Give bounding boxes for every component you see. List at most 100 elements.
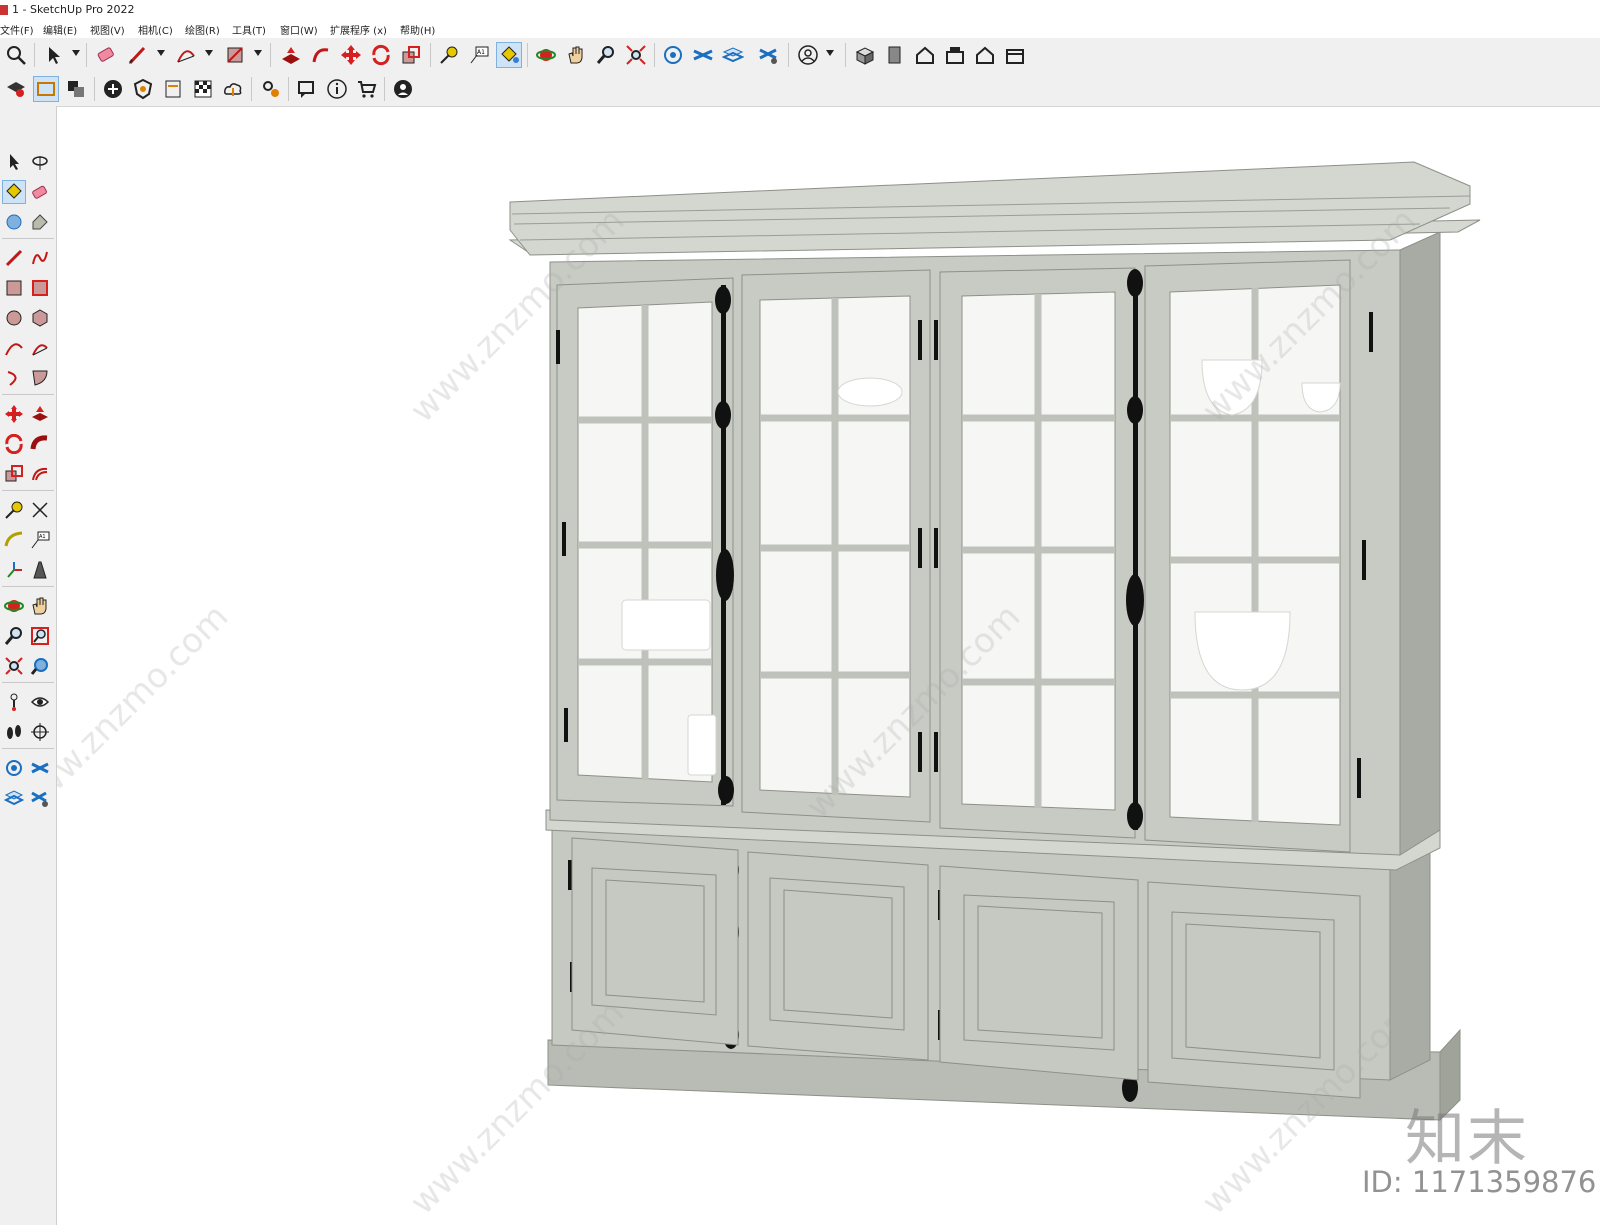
menu-camera[interactable]: 相机(C) bbox=[138, 22, 173, 37]
tape-measure-icon[interactable] bbox=[436, 42, 462, 68]
pencil-icon[interactable] bbox=[2, 246, 26, 270]
shield-icon[interactable] bbox=[130, 76, 156, 102]
menu-help[interactable]: 帮助(H) bbox=[400, 22, 435, 37]
text-icon[interactable]: A1 bbox=[28, 528, 52, 552]
chevron-down-icon[interactable] bbox=[205, 50, 213, 56]
info-icon[interactable] bbox=[324, 76, 350, 102]
three-point-arc-icon[interactable] bbox=[2, 366, 26, 390]
pencil-icon[interactable] bbox=[124, 42, 150, 68]
previous-view-icon[interactable] bbox=[28, 654, 52, 678]
chevron-down-icon[interactable] bbox=[254, 50, 262, 56]
scenes-icon[interactable] bbox=[33, 76, 59, 102]
menu-draw[interactable]: 绘图(R) bbox=[185, 22, 220, 37]
move-icon[interactable] bbox=[2, 402, 26, 426]
top-view-icon[interactable] bbox=[882, 42, 908, 68]
arc-icon[interactable] bbox=[173, 42, 199, 68]
position-camera-icon[interactable] bbox=[2, 690, 26, 714]
select-arrow-icon[interactable] bbox=[2, 150, 26, 174]
pan-icon[interactable] bbox=[28, 594, 52, 618]
3d-text-icon[interactable] bbox=[28, 558, 52, 582]
axes-icon[interactable] bbox=[2, 558, 26, 582]
scale-icon[interactable] bbox=[2, 462, 26, 486]
menu-view[interactable]: 视图(V) bbox=[90, 22, 125, 37]
orbit-icon[interactable] bbox=[533, 42, 559, 68]
rotate-icon[interactable] bbox=[2, 432, 26, 456]
move-icon[interactable] bbox=[338, 42, 364, 68]
push-pull-icon[interactable] bbox=[28, 402, 52, 426]
rotate-icon[interactable] bbox=[368, 42, 394, 68]
report-icon[interactable] bbox=[160, 76, 186, 102]
tape-measure-icon[interactable] bbox=[2, 498, 26, 522]
sandbox-settings-icon[interactable] bbox=[28, 786, 52, 810]
right-view-icon[interactable] bbox=[942, 42, 968, 68]
sandbox-icon[interactable] bbox=[690, 42, 716, 68]
rotated-rectangle-icon[interactable] bbox=[28, 276, 52, 300]
profile-icon[interactable] bbox=[390, 76, 416, 102]
pie-icon[interactable] bbox=[28, 366, 52, 390]
protractor-icon[interactable] bbox=[2, 528, 26, 552]
message-icon[interactable] bbox=[294, 76, 320, 102]
extension-settings-icon[interactable] bbox=[258, 76, 284, 102]
cloud-upload-icon[interactable] bbox=[220, 76, 246, 102]
menu-window[interactable]: 窗口(W) bbox=[280, 22, 318, 37]
menu-file[interactable]: 文件(F) bbox=[0, 22, 34, 37]
cart-icon[interactable] bbox=[354, 76, 380, 102]
front-view-icon[interactable] bbox=[912, 42, 938, 68]
components-icon[interactable] bbox=[2, 756, 26, 780]
zoom-extents-icon[interactable] bbox=[623, 42, 649, 68]
search-icon[interactable] bbox=[3, 42, 29, 68]
lasso-icon[interactable] bbox=[28, 150, 52, 174]
offset-icon[interactable] bbox=[28, 462, 52, 486]
sandbox-icon[interactable] bbox=[28, 756, 52, 780]
look-around-icon[interactable] bbox=[28, 690, 52, 714]
text-icon[interactable]: A1 bbox=[466, 42, 492, 68]
scale-icon[interactable] bbox=[398, 42, 424, 68]
eraser-icon[interactable] bbox=[93, 42, 119, 68]
zoom-icon[interactable] bbox=[593, 42, 619, 68]
add-icon[interactable] bbox=[100, 76, 126, 102]
arc-icon[interactable] bbox=[2, 336, 26, 360]
polygon-icon[interactable] bbox=[28, 306, 52, 330]
menu-tools[interactable]: 工具(T) bbox=[232, 22, 266, 37]
layers-icon[interactable] bbox=[720, 42, 746, 68]
iso-view-icon[interactable] bbox=[852, 42, 878, 68]
push-pull-icon[interactable] bbox=[278, 42, 304, 68]
paint-bucket-icon[interactable] bbox=[496, 42, 522, 68]
zoom-window-icon[interactable] bbox=[28, 624, 52, 648]
dimension-icon[interactable] bbox=[28, 498, 52, 522]
model-viewport[interactable]: www.znzmo.com bbox=[57, 107, 1600, 1225]
texture-icon[interactable] bbox=[190, 76, 216, 102]
select-arrow-icon[interactable] bbox=[41, 42, 67, 68]
account-icon[interactable] bbox=[795, 42, 821, 68]
warehouse-icon[interactable] bbox=[3, 76, 29, 102]
back-view-icon[interactable] bbox=[972, 42, 998, 68]
svg-text:A1: A1 bbox=[39, 534, 46, 540]
orbit-icon[interactable] bbox=[2, 594, 26, 618]
layers-icon[interactable] bbox=[2, 786, 26, 810]
tag-icon[interactable] bbox=[28, 210, 52, 234]
two-point-arc-icon[interactable] bbox=[28, 336, 52, 360]
components-icon[interactable] bbox=[660, 42, 686, 68]
follow-me-icon[interactable] bbox=[308, 42, 334, 68]
follow-me-icon[interactable] bbox=[28, 432, 52, 456]
eraser-icon[interactable] bbox=[28, 180, 52, 204]
left-view-icon[interactable] bbox=[1002, 42, 1028, 68]
section-plane-icon[interactable] bbox=[28, 720, 52, 744]
sandbox-settings-icon[interactable] bbox=[756, 42, 782, 68]
paint-bucket-icon[interactable] bbox=[2, 180, 26, 204]
walk-icon[interactable] bbox=[2, 720, 26, 744]
section-icon[interactable] bbox=[63, 76, 89, 102]
circle-icon[interactable] bbox=[2, 306, 26, 330]
zoom-extents-icon[interactable] bbox=[2, 654, 26, 678]
make-component-icon[interactable] bbox=[2, 210, 26, 234]
freehand-icon[interactable] bbox=[28, 246, 52, 270]
chevron-down-icon[interactable] bbox=[157, 50, 165, 56]
menu-edit[interactable]: 编辑(E) bbox=[43, 22, 77, 37]
rectangle-icon[interactable] bbox=[222, 42, 248, 68]
chevron-down-icon[interactable] bbox=[826, 50, 834, 56]
zoom-icon[interactable] bbox=[2, 624, 26, 648]
menu-extensions[interactable]: 扩展程序 (x) bbox=[330, 22, 387, 37]
pan-icon[interactable] bbox=[563, 42, 589, 68]
chevron-down-icon[interactable] bbox=[72, 50, 80, 56]
rectangle-icon[interactable] bbox=[2, 276, 26, 300]
